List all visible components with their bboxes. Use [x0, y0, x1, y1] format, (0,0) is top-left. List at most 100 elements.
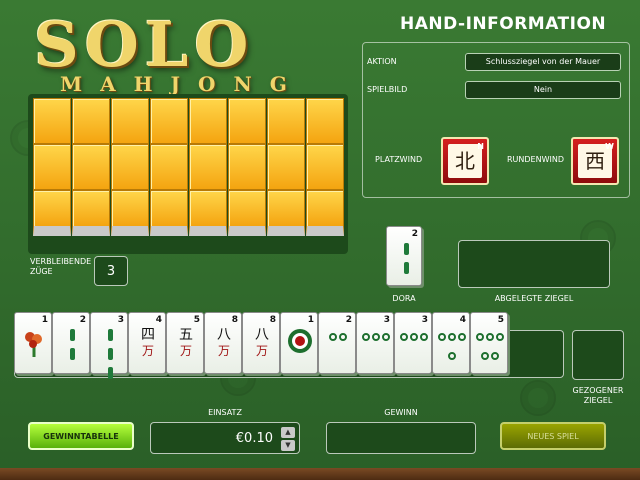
- dots-icon: [361, 327, 391, 365]
- dora-num: 2: [411, 229, 418, 239]
- logo-main-text: SOLO: [34, 8, 255, 81]
- tile-number: 1: [41, 315, 48, 325]
- wall-tile[interactable]: [111, 98, 149, 144]
- character-icon: 八万: [217, 327, 231, 358]
- game-logo: SOLO MAHJONG: [26, 8, 316, 98]
- neues-spiel-button[interactable]: NEUES SPIEL: [500, 422, 606, 450]
- tile-number: 3: [383, 315, 390, 325]
- tile-number: 4: [155, 315, 162, 325]
- circle-icon: [285, 327, 315, 365]
- bamboo-icon: [391, 241, 421, 279]
- wall-tile[interactable]: [33, 98, 71, 144]
- tile-number: 3: [421, 315, 428, 325]
- gewinn-label: GEWINN: [384, 408, 418, 417]
- tile-number: 5: [497, 315, 504, 325]
- wall-tile[interactable]: [72, 98, 110, 144]
- dora-label: DORA: [392, 294, 416, 303]
- platzwind-tile: 北 N: [441, 137, 489, 185]
- wall-tile[interactable]: [228, 144, 266, 190]
- flower-icon: [19, 327, 49, 365]
- wall-tile[interactable]: [33, 144, 71, 190]
- dots-icon: [323, 327, 353, 365]
- hand-tile[interactable]: 2: [318, 312, 356, 374]
- wall-tile[interactable]: [33, 190, 71, 236]
- wall-tile[interactable]: [306, 144, 344, 190]
- character-icon: 四万: [141, 327, 155, 358]
- hand-tile[interactable]: 5五万: [166, 312, 204, 374]
- wall-tile[interactable]: [267, 190, 305, 236]
- einsatz-stepper[interactable]: ▲ ▼: [281, 427, 295, 451]
- platzwind-label: PLATZWIND: [375, 155, 423, 164]
- hand-tile[interactable]: 3: [90, 312, 128, 379]
- tile-number: 8: [231, 315, 238, 325]
- rundenwind-sup: W: [605, 142, 614, 151]
- rundenwind-tile: 西 W: [571, 137, 619, 185]
- wall-tile[interactable]: [267, 144, 305, 190]
- tile-wall: [28, 94, 348, 254]
- wall-tile[interactable]: [306, 190, 344, 236]
- bet-down-icon[interactable]: ▼: [281, 440, 295, 451]
- remaining-label-1: VERBLEIBENDE: [30, 257, 92, 266]
- logo-sub-text: MAHJONG: [60, 72, 305, 96]
- hand-tile[interactable]: 4: [432, 312, 470, 374]
- remaining-label-2: ZÜGE: [30, 267, 53, 276]
- wall-tile[interactable]: [111, 190, 149, 236]
- tile-number: 2: [79, 315, 86, 325]
- gewinntabelle-button[interactable]: GEWINNTABELLE: [28, 422, 134, 450]
- remaining-value: 3: [106, 264, 116, 279]
- gewinn-box: [326, 422, 476, 454]
- dora-tile: 2: [386, 226, 422, 286]
- bet-up-icon[interactable]: ▲: [281, 427, 295, 438]
- wall-tile[interactable]: [267, 98, 305, 144]
- discard-area: [458, 240, 610, 288]
- tile-number: 1: [307, 315, 314, 325]
- drawn-label-2: ZIEGEL: [583, 396, 613, 405]
- wall-tile[interactable]: [150, 98, 188, 144]
- wall-tile[interactable]: [72, 144, 110, 190]
- wall-tile[interactable]: [72, 190, 110, 236]
- wall-tile[interactable]: [306, 98, 344, 144]
- dots-icon: [399, 327, 429, 365]
- drawn-tile-slot: [572, 330, 624, 380]
- hand-tile[interactable]: 8八万: [204, 312, 242, 374]
- bamboo-icon: [95, 327, 125, 379]
- bamboo-icon: [57, 327, 87, 365]
- hand-tile[interactable]: 1: [280, 312, 318, 374]
- game-table: SOLO MAHJONG HAND-INFORMATION AKTION Sch…: [0, 0, 640, 480]
- wall-tile[interactable]: [228, 98, 266, 144]
- tile-number: 3: [117, 315, 124, 325]
- wall-tile[interactable]: [150, 144, 188, 190]
- table-edge: [0, 468, 640, 480]
- tile-number: 5: [193, 315, 200, 325]
- wall-tile[interactable]: [111, 144, 149, 190]
- character-icon: 五万: [179, 327, 193, 358]
- wall-tile[interactable]: [189, 98, 227, 144]
- tile-number: 8: [269, 315, 276, 325]
- hand-tile[interactable]: 4四万: [128, 312, 166, 374]
- aktion-value: Schlussziegel von der Mauer: [465, 53, 621, 71]
- wall-tile[interactable]: [189, 190, 227, 236]
- tile-number: 4: [459, 315, 466, 325]
- einsatz-label: EINSATZ: [208, 408, 242, 417]
- hand-info-title: HAND-INFORMATION: [400, 14, 607, 34]
- hand-tile[interactable]: 3: [394, 312, 432, 374]
- einsatz-box: €0.10 ▲ ▼: [150, 422, 300, 454]
- hand-tile[interactable]: 8八万: [242, 312, 280, 374]
- drawn-label-1: GEZOGENER: [572, 386, 624, 395]
- einsatz-value: €0.10: [235, 431, 273, 446]
- discard-label: ABGELEGTE ZIEGEL: [494, 294, 574, 303]
- spielbild-label: SPIELBILD: [367, 85, 408, 94]
- hand-tile[interactable]: 5: [470, 312, 508, 374]
- wall-tile[interactable]: [150, 190, 188, 236]
- felt-pattern: [520, 380, 556, 416]
- hand-info-panel: AKTION Schlussziegel von der Mauer SPIEL…: [362, 42, 630, 198]
- wall-tile[interactable]: [228, 190, 266, 236]
- wall-tile[interactable]: [189, 144, 227, 190]
- hand-tile[interactable]: 1: [14, 312, 52, 374]
- tile-number: 2: [345, 315, 352, 325]
- spielbild-value: Nein: [465, 81, 621, 99]
- character-icon: 八万: [255, 327, 269, 358]
- rundenwind-label: RUNDENWIND: [507, 155, 565, 164]
- hand-tile[interactable]: 2: [52, 312, 90, 374]
- hand-tile[interactable]: 3: [356, 312, 394, 374]
